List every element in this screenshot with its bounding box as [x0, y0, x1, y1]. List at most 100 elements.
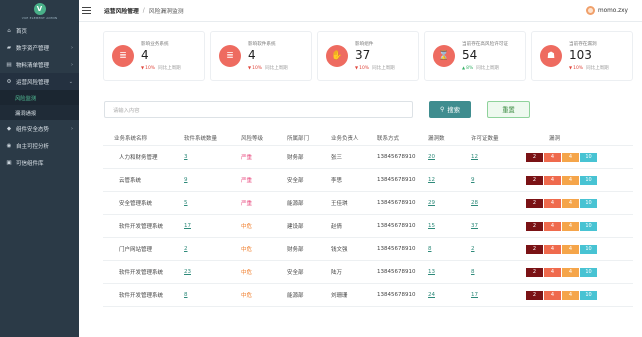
search-input[interactable]: 请输入内容: [104, 101, 413, 118]
table-row[interactable]: 安全管理系统 5 严重 能源部 王佳琪 13845678910 29 28 2 4 4 10: [103, 192, 633, 215]
table-cell: 能源部: [287, 192, 304, 214]
license-count-link[interactable]: 37: [471, 223, 478, 229]
search-button[interactable]: ⚲ 搜索: [429, 101, 471, 118]
user-menu[interactable]: momo.zxy: [585, 6, 628, 15]
table-cell: 8: [471, 261, 475, 283]
table-cell: 张三: [331, 146, 342, 168]
stat-card[interactable]: ≣ 影响业务系统 4 ▼10% 同比上周期: [103, 31, 205, 81]
vuln-count-link[interactable]: 8: [428, 246, 432, 252]
menu-toggle-icon[interactable]: [82, 6, 91, 15]
vuln-badge[interactable]: 2: [526, 175, 543, 185]
table-row[interactable]: 人力和财务管理 3 严重 财务部 张三 13845678910 20 12 2 4 4 10: [103, 146, 633, 169]
table-cell: 严重: [241, 169, 252, 191]
software-count-link[interactable]: 23: [184, 269, 191, 275]
stat-label: 当前存在漏洞: [569, 42, 597, 47]
breadcrumb-root[interactable]: 运营风险管理: [104, 6, 139, 15]
vuln-badge[interactable]: 4: [544, 152, 561, 162]
trend-percent: 10%: [145, 66, 156, 71]
license-count-link[interactable]: 9: [471, 177, 475, 183]
license-count-link[interactable]: 8: [471, 269, 475, 275]
sidebar-subitem-1[interactable]: 风险监测: [0, 90, 79, 105]
stat-card[interactable]: ⌛ 当前存在高风险许可证 54 ▲8% 同比上周期: [424, 31, 526, 81]
stat-card[interactable]: ✋ 影响组件 37 ▼10% 同比上周期: [317, 31, 419, 81]
system-name: 安全管理系统: [119, 201, 153, 207]
software-count-link[interactable]: 9: [184, 177, 188, 183]
vuln-count-link[interactable]: 29: [428, 200, 435, 206]
vuln-badge[interactable]: 4: [544, 267, 561, 277]
vuln-badges: 2 4 4 10: [526, 192, 598, 214]
risk-level: 中危: [241, 247, 253, 253]
vuln-badges: 2 4 4 10: [526, 238, 598, 260]
table-row[interactable]: 门户网站管理 2 中危 财务部 钱文强 13845678910 8 2 2 4 4 10: [103, 238, 633, 261]
vuln-badge[interactable]: 4: [562, 244, 579, 254]
col-department: 所属部门: [287, 136, 310, 142]
vuln-badge[interactable]: 4: [544, 290, 561, 300]
vuln-badge[interactable]: 4: [562, 267, 579, 277]
vuln-badge[interactable]: 2: [526, 290, 543, 300]
vuln-badge[interactable]: 10: [580, 221, 597, 231]
software-count-link[interactable]: 17: [184, 223, 191, 229]
vuln-badge[interactable]: 2: [526, 198, 543, 208]
table-row[interactable]: 软件开发管理系统 8 中危 能源部 刘珊珊 13845678910 24 17 2 4 4 10: [103, 284, 633, 307]
vuln-count-link[interactable]: 13: [428, 269, 435, 275]
vuln-count-link[interactable]: 15: [428, 223, 435, 229]
owner: 钱文强: [331, 247, 348, 253]
vuln-badge[interactable]: 4: [544, 221, 561, 231]
sidebar-item-4[interactable]: ⚙ 运营风险管理 ⌄: [0, 73, 79, 90]
sidebar-item-2[interactable]: ▰ 数字资产管理 ›: [0, 39, 79, 56]
vuln-badge[interactable]: 2: [526, 221, 543, 231]
sidebar-item-3[interactable]: ▤ 物料清单管理 ›: [0, 56, 79, 73]
license-count-link[interactable]: 17: [471, 292, 478, 298]
vuln-badge[interactable]: 2: [526, 267, 543, 277]
license-count-link[interactable]: 2: [471, 246, 475, 252]
sidebar-subitem-2[interactable]: 漏洞通报: [0, 105, 79, 120]
vuln-count-link[interactable]: 12: [428, 177, 435, 183]
vuln-badge[interactable]: 10: [580, 175, 597, 185]
vuln-badge[interactable]: 10: [580, 244, 597, 254]
software-count-link[interactable]: 3: [184, 154, 188, 160]
table-row[interactable]: 软件开发管理系统 17 中危 建设部 赵倩 13845678910 15 37 2 4 4 10: [103, 215, 633, 238]
vuln-badge[interactable]: 10: [580, 267, 597, 277]
reset-button[interactable]: 重置: [487, 101, 530, 118]
table-row[interactable]: 软件开发管理系统 23 中危 安全部 陆万 13845678910 13 8 2 4 4 10: [103, 261, 633, 284]
sidebar-item-7[interactable]: ▣ 可信组件库: [0, 154, 79, 171]
table-cell: 13845678910: [377, 192, 416, 214]
contact-phone: 13845678910: [377, 200, 416, 206]
sidebar-item-5[interactable]: ◆ 组件安全态势 ›: [0, 120, 79, 137]
vuln-badge[interactable]: 2: [526, 152, 543, 162]
sidebar-item-6[interactable]: ◉ 自主可控分析: [0, 137, 79, 154]
table-row[interactable]: 云管系统 9 严重 安全部 李思 13845678910 12 9 2 4 4 10: [103, 169, 633, 192]
vuln-badge[interactable]: 4: [562, 221, 579, 231]
shield-icon: ◆: [6, 125, 12, 132]
vuln-badge[interactable]: 4: [562, 175, 579, 185]
software-count-link[interactable]: 5: [184, 200, 188, 206]
vuln-badge[interactable]: 10: [580, 290, 597, 300]
license-count-link[interactable]: 28: [471, 200, 478, 206]
vuln-badge[interactable]: 4: [544, 175, 561, 185]
stat-card[interactable]: ≣ 影响软件系统 4 ▼10% 同比上周期: [210, 31, 312, 81]
stat-card[interactable]: ☗ 当前存在漏洞 103 ▼10% 同比上周期: [531, 31, 633, 81]
vuln-badge[interactable]: 4: [562, 152, 579, 162]
system-name: 软件开发管理系统: [119, 293, 164, 299]
vuln-count-link[interactable]: 20: [428, 154, 435, 160]
license-count-link[interactable]: 12: [471, 154, 478, 160]
sidebar-item-1[interactable]: ⌂ 首页: [0, 22, 79, 39]
vuln-badge[interactable]: 4: [562, 198, 579, 208]
stat-value: 4: [141, 48, 149, 62]
contact-phone: 13845678910: [377, 246, 416, 252]
table-cell: 安全部: [287, 169, 304, 191]
vuln-badge[interactable]: 2: [526, 244, 543, 254]
software-count-link[interactable]: 8: [184, 292, 188, 298]
folder-icon: ▰: [6, 44, 12, 51]
software-count-link[interactable]: 2: [184, 246, 188, 252]
bug-icon: ☗: [540, 45, 562, 67]
trend-text: 同比上周期: [158, 66, 181, 71]
vuln-badge[interactable]: 4: [562, 290, 579, 300]
vuln-count-link[interactable]: 24: [428, 292, 435, 298]
vuln-badge[interactable]: 4: [544, 244, 561, 254]
stat-value: 103: [569, 48, 592, 62]
vuln-badge[interactable]: 10: [580, 198, 597, 208]
vuln-badge[interactable]: 10: [580, 152, 597, 162]
vuln-badge[interactable]: 4: [544, 198, 561, 208]
brand[interactable]: V VUE ELEMENT ADMIN: [0, 0, 79, 22]
